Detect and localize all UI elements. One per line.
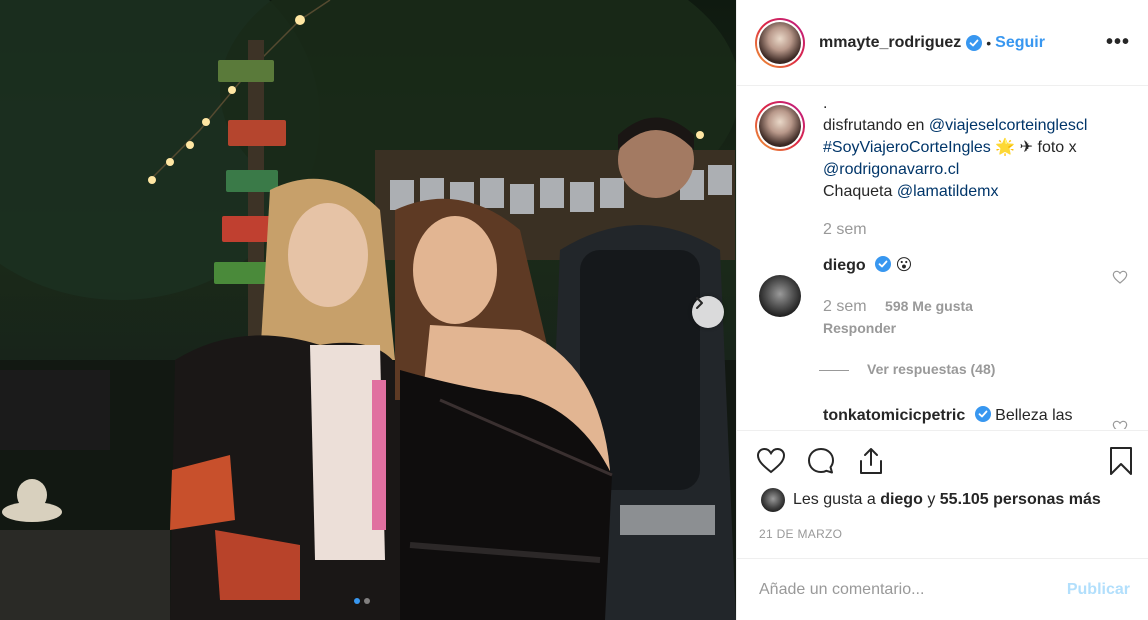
publish-button[interactable]: Publicar — [1067, 581, 1130, 599]
caption-line-0: . — [823, 95, 828, 112]
photo-illustration — [0, 0, 736, 620]
carousel-indicator — [354, 598, 370, 604]
post-photo[interactable] — [0, 0, 736, 620]
author-avatar-image — [759, 21, 801, 64]
add-comment-bar: Publicar — [737, 558, 1148, 620]
caption-author-avatar[interactable] — [755, 101, 805, 151]
share-icon[interactable] — [855, 445, 887, 477]
author-username[interactable]: mmayte_rodriguez — [819, 34, 961, 52]
comment-text: 😮 — [895, 257, 913, 274]
carousel-next-button[interactable] — [692, 296, 724, 328]
heart-icon[interactable] — [755, 445, 787, 477]
view-replies-button[interactable]: Ver respuestas (48) — [819, 358, 995, 380]
comment-like-heart-icon[interactable] — [1112, 269, 1128, 285]
comment-username[interactable]: tonkatomicicpetric — [823, 407, 965, 424]
caption-photo-text: foto x — [1033, 139, 1077, 156]
comment-text: Belleza las — [995, 407, 1073, 424]
caption-hashtag[interactable]: #SoyViajeroCorteIngles — [823, 139, 991, 156]
caption-mention-jacket[interactable]: @lamatildemx — [897, 183, 999, 200]
likes-summary: Les gusta a diego y 55.105 personas más — [761, 488, 1101, 512]
comment-like-heart-icon[interactable] — [1112, 419, 1128, 429]
airplane-emoji: ✈ — [1019, 139, 1034, 156]
comment-icon[interactable] — [805, 445, 837, 477]
verified-badge-icon — [875, 256, 892, 272]
carousel-dot-1 — [354, 598, 360, 604]
caption-mention-store[interactable]: @viajeselcorteinglescl — [929, 117, 1088, 134]
post-date[interactable]: 21 DE MARZO — [759, 527, 842, 541]
comment-likes[interactable]: 598 Me gusta — [885, 298, 973, 314]
follow-button[interactable]: Seguir — [995, 34, 1045, 52]
post-side-panel: mmayte_rodriguez • Seguir ••• . disfruta… — [736, 0, 1148, 620]
likes-middle: y — [927, 491, 936, 508]
comment-username[interactable]: diego — [823, 257, 866, 274]
verified-badge-icon — [966, 34, 983, 51]
caption-author-avatar-image — [759, 105, 801, 147]
chevron-right-icon — [696, 297, 703, 309]
comment-avatar-diego[interactable] — [759, 275, 801, 317]
caption-mention-photographer[interactable]: @rodrigonavarro.cl — [823, 161, 959, 178]
comments-list[interactable]: . disfrutando en @viajeselcorteinglescl … — [737, 87, 1148, 429]
likes-count[interactable]: 55.105 personas más — [940, 491, 1101, 509]
comment-input[interactable] — [759, 580, 1067, 599]
view-replies-label: Ver respuestas (48) — [867, 361, 996, 377]
caption-time[interactable]: 2 sem — [823, 219, 1133, 241]
comment-time[interactable]: 2 sem — [823, 298, 867, 315]
reply-divider — [819, 369, 849, 371]
reply-button[interactable]: Responder — [823, 317, 896, 339]
likes-user[interactable]: diego — [880, 491, 923, 509]
caption-prefix: disfrutando en — [823, 117, 929, 134]
post-header: mmayte_rodriguez • Seguir ••• — [737, 0, 1148, 86]
header-separator: • — [986, 34, 992, 51]
bookmark-icon[interactable] — [1105, 445, 1137, 477]
caption-jacket-text: Chaqueta — [823, 183, 897, 200]
author-avatar[interactable] — [755, 17, 805, 68]
carousel-dot-2 — [364, 598, 370, 604]
caption-text: . disfrutando en @viajeselcorteinglescl … — [823, 93, 1133, 241]
star-emoji: 🌟 — [995, 139, 1016, 156]
more-options-button[interactable]: ••• — [1106, 31, 1130, 54]
verified-badge-icon — [974, 406, 991, 422]
post-actions — [737, 430, 1148, 488]
likes-avatar-diego[interactable] — [761, 488, 785, 512]
likes-prefix: Les gusta a — [793, 491, 876, 508]
